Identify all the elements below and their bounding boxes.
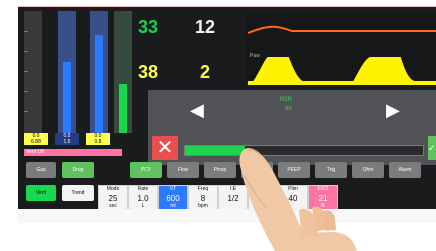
- trend-button[interactable]: Trend: [62, 185, 94, 201]
- dialog-title: R2R: [280, 97, 293, 103]
- bottom-value-title: Freq: [197, 186, 209, 192]
- bottom-button-pinsp[interactable]: Pinsp: [204, 162, 236, 178]
- gauge-column-2: [58, 11, 76, 133]
- vent-button[interactable]: Vent: [26, 185, 56, 201]
- gauge-bottom-value: 1.5: [63, 139, 71, 145]
- vital-top-right: 12: [195, 17, 216, 37]
- gauge-bottom-value: 6.88: [31, 139, 41, 145]
- bottom-button-flow[interactable]: Flow: [167, 162, 199, 178]
- vital-top-left: 33: [138, 17, 159, 37]
- bottom-value-cell[interactable]: Rate 1.0 L: [128, 185, 158, 211]
- bottom-value-cell[interactable]: Freq 8 bpm: [188, 185, 218, 211]
- alarm-strip-label: Vent Off: [26, 149, 44, 155]
- gauge-fill-2: [63, 62, 71, 133]
- cancel-button[interactable]: ✕: [152, 136, 178, 160]
- alarm-strip: Vent Off: [24, 149, 122, 156]
- bottom-value-number: 25: [108, 194, 118, 203]
- right-arrow-icon[interactable]: ▶: [386, 101, 412, 119]
- waveform-label: Paw: [250, 53, 260, 59]
- gauge-fill-4: [119, 84, 127, 133]
- gauge-bottom-value: 0.8: [94, 139, 102, 145]
- bottom-value-number: 8: [200, 194, 206, 203]
- bottom-value-title: VT: [169, 186, 177, 192]
- vital-bottom-right: 2: [200, 62, 211, 82]
- gauge-column-3: [90, 11, 108, 133]
- bottom-value-number: 600: [166, 194, 180, 203]
- gauge-column-1: [24, 11, 42, 133]
- bottom-value-title: Rate: [137, 186, 149, 192]
- gauge-value-card-3: 0.0 0.8: [86, 133, 110, 145]
- dialog-subtitle: 6h: [285, 106, 292, 112]
- gauge-column-4: [114, 11, 132, 133]
- gas-button[interactable]: Gas: [26, 162, 56, 178]
- bottom-button-pcv[interactable]: PCV: [130, 162, 162, 178]
- confirm-button[interactable]: ✓: [428, 136, 436, 160]
- bottom-button-alarm[interactable]: Alarm: [389, 162, 421, 178]
- left-arrow-icon[interactable]: ◀: [190, 101, 216, 119]
- bottom-value-title: Mode: [106, 186, 120, 192]
- vital-bottom-left: 38: [138, 62, 159, 82]
- bottom-value-number: 1.0: [137, 194, 149, 203]
- gauge-value-card-1: 0.0 6.88: [24, 133, 48, 145]
- gauge-value-card-2: 0.5 1.5: [55, 133, 79, 145]
- bottom-value-cell[interactable]: VT 600 ml: [158, 185, 188, 211]
- bottom-value-cell[interactable]: Mode 25 sec: [98, 185, 128, 211]
- waveform-panel: Paw: [246, 13, 436, 85]
- finger-touch-illustration: [239, 148, 357, 251]
- gauge-fill-3: [95, 35, 103, 133]
- drug-button[interactable]: Drug: [62, 162, 94, 178]
